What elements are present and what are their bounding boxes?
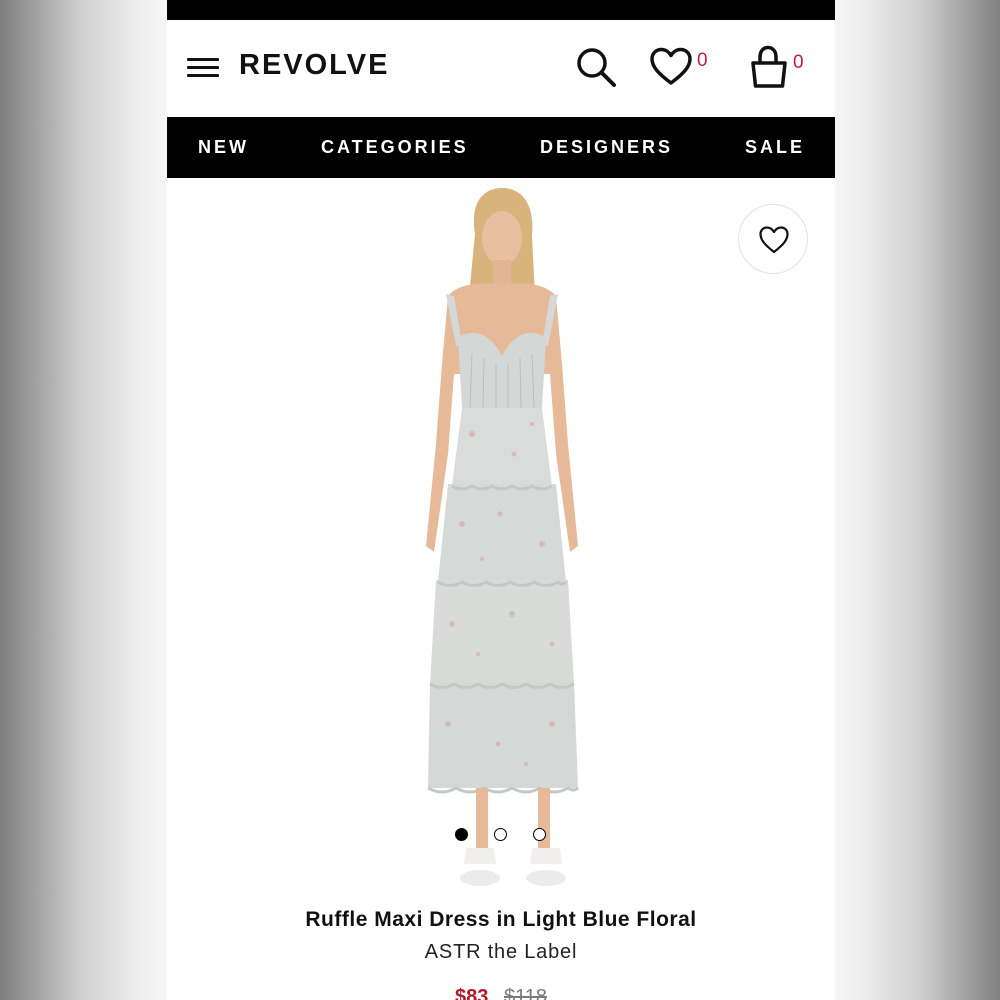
shopping-bag-icon [751, 45, 787, 88]
wishlist-button[interactable]: 0 [649, 47, 715, 91]
phone-screen: REVOLVE 0 0 NEW CATEGORIES DESIGNERS SAL… [167, 0, 835, 1000]
site-header: REVOLVE 0 0 [167, 20, 835, 117]
original-price: $118 [503, 986, 547, 1000]
wishlist-count: 0 [697, 50, 708, 71]
carousel-dot-3[interactable] [533, 828, 546, 841]
product-image [426, 188, 580, 886]
revolve-logo[interactable]: REVOLVE [239, 49, 389, 82]
carousel-dot-1[interactable] [455, 828, 468, 841]
nav-item-new[interactable]: NEW [198, 137, 249, 158]
carousel-dot-2[interactable] [494, 828, 507, 841]
nav-item-sale[interactable]: SALE [745, 137, 805, 158]
search-icon[interactable] [574, 45, 618, 89]
bag-count: 0 [793, 52, 804, 73]
product-image-carousel[interactable] [167, 178, 835, 900]
favorite-button[interactable] [738, 204, 808, 274]
product-brand[interactable]: ASTR the Label [167, 941, 835, 964]
carousel-dots [167, 828, 835, 844]
product-title: Ruffle Maxi Dress in Light Blue Floral [305, 908, 697, 931]
status-bar [167, 0, 835, 20]
heart-icon [650, 47, 692, 85]
hamburger-menu-icon[interactable] [187, 56, 221, 80]
sale-price: $83 [455, 986, 489, 1000]
main-nav: NEW CATEGORIES DESIGNERS SALE [167, 117, 835, 178]
nav-item-categories[interactable]: CATEGORIES [321, 137, 469, 158]
price-row: $83 $118 [167, 986, 835, 1000]
heart-outline-icon [759, 226, 789, 254]
product-info: Ruffle Maxi Dress in Light Blue Floral A… [167, 900, 835, 1000]
nav-item-designers[interactable]: DESIGNERS [540, 137, 673, 158]
shopping-bag-button[interactable]: 0 [747, 44, 813, 92]
